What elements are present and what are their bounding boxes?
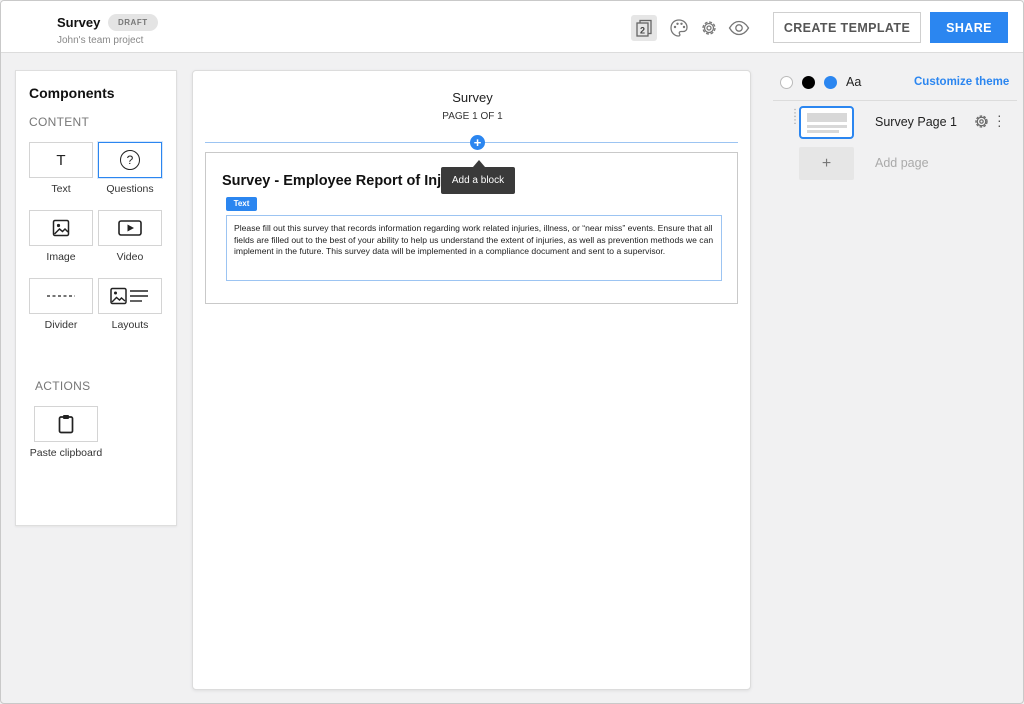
question-icon: ? <box>120 150 140 170</box>
document-title[interactable]: Survey <box>57 15 100 30</box>
create-template-button[interactable]: CREATE TEMPLATE <box>773 12 921 43</box>
video-icon <box>118 220 142 236</box>
divider-icon <box>47 295 75 297</box>
pages-divider <box>773 100 1017 101</box>
theme-swatch-black[interactable] <box>802 76 815 89</box>
add-block-tooltip: Add a block <box>441 167 515 194</box>
layouts-component-label: Layouts <box>111 319 149 331</box>
palette-icon[interactable] <box>666 15 692 41</box>
image-component-label: Image <box>46 251 76 263</box>
plus-icon: + <box>821 154 832 172</box>
video-component-tile[interactable] <box>98 210 162 246</box>
paste-clipboard-label: Paste clipboard <box>29 447 103 459</box>
page-settings-icon[interactable] <box>973 113 990 130</box>
eye-icon[interactable] <box>726 15 752 41</box>
block-title[interactable]: Survey - Employee Report of Injury <box>222 173 464 189</box>
survey-title[interactable]: Survey <box>193 90 752 105</box>
top-header: Survey DRAFT John's team project 2 CREAT… <box>1 1 1023 53</box>
customize-theme-link[interactable]: Customize theme <box>914 76 1009 88</box>
layouts-icon <box>110 287 148 305</box>
content-section-label: CONTENT <box>29 115 90 129</box>
paste-clipboard-tile[interactable] <box>34 406 98 442</box>
text-component-tile[interactable]: T <box>29 142 93 178</box>
theme-swatch-blue[interactable] <box>824 76 837 89</box>
text-block-tag: Text <box>226 197 257 211</box>
page-more-icon[interactable]: · · · <box>997 108 1002 132</box>
divider-component-tile[interactable] <box>29 278 93 314</box>
panel-title: Components <box>29 85 115 101</box>
layouts-component-tile[interactable] <box>98 278 162 314</box>
divider-component-label: Divider <box>44 319 78 331</box>
actions-section-label: ACTIONS <box>35 379 91 393</box>
status-badge: DRAFT <box>108 14 158 31</box>
pages-count: 2 <box>640 25 645 35</box>
text-component-label: Text <box>51 183 71 195</box>
font-style-button[interactable]: Aa <box>846 75 861 89</box>
image-icon <box>52 219 70 237</box>
components-panel: Components CONTENT T Text ? Questions Im… <box>15 70 177 526</box>
text-icon: T <box>56 151 66 169</box>
tooltip-arrow <box>473 160 485 167</box>
add-page-label[interactable]: Add page <box>875 156 929 170</box>
pages-icon[interactable]: 2 <box>631 15 657 41</box>
page-thumbnail[interactable] <box>799 106 854 139</box>
clipboard-icon <box>58 415 74 434</box>
page-name[interactable]: Survey Page 1 <box>875 115 957 129</box>
survey-canvas: Survey PAGE 1 OF 1 + Survey - Employee R… <box>192 70 751 690</box>
add-page-button[interactable]: + <box>799 147 854 180</box>
image-component-tile[interactable] <box>29 210 93 246</box>
share-button[interactable]: SHARE <box>930 12 1008 43</box>
app-window: Survey DRAFT John's team project 2 CREAT… <box>0 0 1024 704</box>
page-indicator: PAGE 1 OF 1 <box>442 111 503 122</box>
add-block-button[interactable]: + <box>470 135 485 150</box>
questions-component-tile[interactable]: ? <box>98 142 162 178</box>
gear-icon[interactable] <box>696 15 722 41</box>
video-component-label: Video <box>116 251 144 263</box>
questions-component-label: Questions <box>106 183 154 195</box>
theme-swatch-white[interactable] <box>780 76 793 89</box>
block-body-text[interactable]: Please fill out this survey that records… <box>226 215 722 281</box>
project-name: John's team project <box>57 35 144 46</box>
